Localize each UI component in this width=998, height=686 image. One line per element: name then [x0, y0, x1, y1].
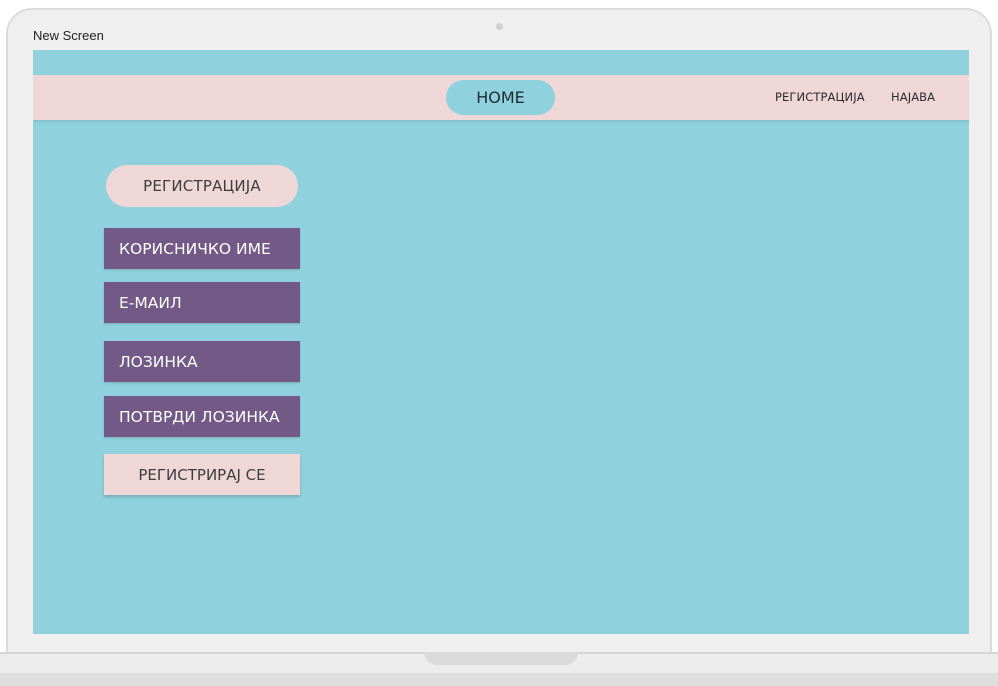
nav-register-link[interactable]: РЕГИСТРАЦИЈА: [775, 90, 865, 104]
email-field[interactable]: Е-МАИЛ: [104, 282, 300, 323]
camera-dot: [496, 23, 503, 30]
laptop-base-edge: [0, 673, 998, 686]
nav-login-link[interactable]: НАЈАВА: [891, 90, 935, 104]
username-field[interactable]: КОРИСНИЧКО ИМЕ: [104, 228, 300, 269]
navbar: HOME РЕГИСТРАЦИЈА НАЈАВА: [33, 75, 969, 120]
form-title: РЕГИСТРАЦИЈА: [106, 165, 298, 207]
laptop-notch: [424, 652, 578, 665]
home-button[interactable]: HOME: [446, 80, 555, 115]
app-screen: HOME РЕГИСТРАЦИЈА НАЈАВА РЕГИСТРАЦИЈА КО…: [33, 50, 969, 634]
confirm-password-field[interactable]: ПОТВРДИ ЛОЗИНКА: [104, 396, 300, 437]
window-title: New Screen: [33, 28, 104, 43]
password-field[interactable]: ЛОЗИНКА: [104, 341, 300, 382]
register-submit-button[interactable]: РЕГИСТРИРАЈ СЕ: [104, 454, 300, 495]
